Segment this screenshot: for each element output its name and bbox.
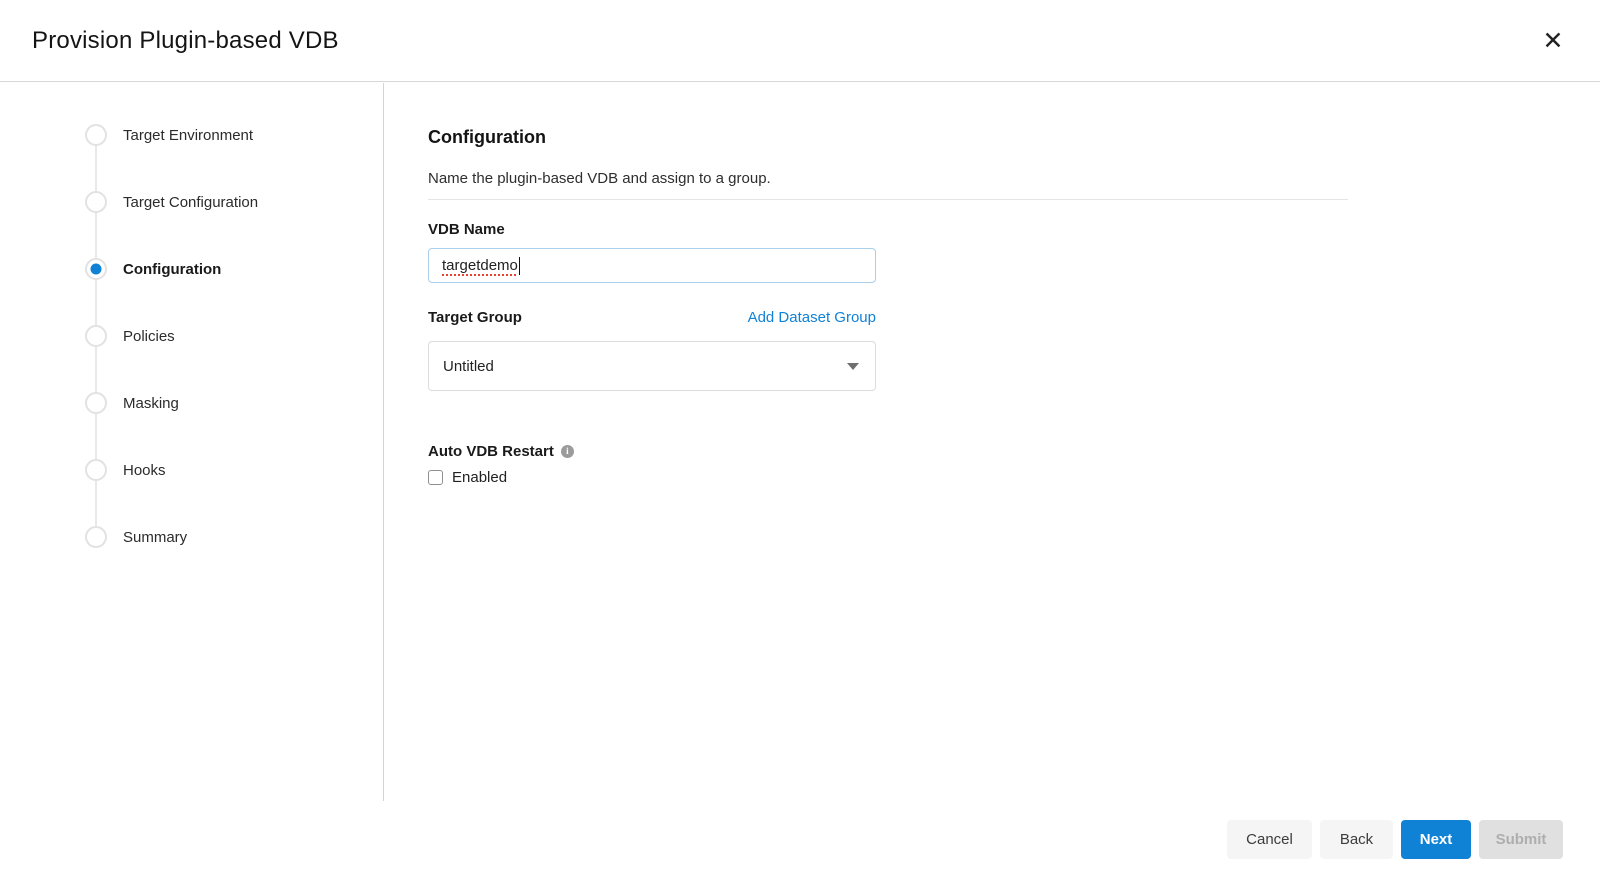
step-circle-icon: [85, 124, 107, 146]
stepper-step-target-configuration[interactable]: Target Configuration: [85, 191, 258, 213]
step-circle-icon: [85, 526, 107, 548]
vdb-name-value: targetdemo: [442, 257, 518, 274]
step-label: Policies: [123, 328, 175, 345]
auto-restart-row: Auto VDB Restart i: [428, 443, 574, 460]
vdb-name-input[interactable]: targetdemo: [428, 248, 876, 283]
cancel-button[interactable]: Cancel: [1227, 820, 1312, 859]
stepper-step-target-environment[interactable]: Target Environment: [85, 124, 253, 146]
enabled-checkbox[interactable]: [428, 470, 443, 485]
auto-restart-checkbox-row: Enabled: [428, 469, 507, 486]
step-circle-icon: [85, 325, 107, 347]
next-button[interactable]: Next: [1401, 820, 1471, 859]
section-description: Name the plugin-based VDB and assign to …: [428, 170, 771, 187]
stepper-step-hooks[interactable]: Hooks: [85, 459, 166, 481]
step-label: Summary: [123, 529, 187, 546]
target-group-row: Target Group Add Dataset Group: [428, 306, 876, 328]
step-circle-icon: [85, 191, 107, 213]
stepper-step-configuration[interactable]: Configuration: [85, 258, 221, 280]
vdb-name-label: VDB Name: [428, 221, 505, 238]
close-button[interactable]: ✕: [1536, 24, 1570, 58]
step-circle-icon: [85, 392, 107, 414]
chevron-down-icon: [847, 363, 859, 370]
stepper-step-policies[interactable]: Policies: [85, 325, 175, 347]
wizard-stepper: Target Environment Target Configuration …: [0, 0, 383, 886]
step-circle-current-icon: [85, 258, 107, 280]
stepper-step-masking[interactable]: Masking: [85, 392, 179, 414]
stepper-content-divider: [383, 83, 384, 801]
target-group-selected-value: Untitled: [443, 358, 494, 375]
section-heading: Configuration: [428, 127, 546, 148]
back-button[interactable]: Back: [1320, 820, 1393, 859]
step-label: Hooks: [123, 462, 166, 479]
section-divider: [428, 199, 1348, 200]
step-label: Target Configuration: [123, 194, 258, 211]
step-label: Masking: [123, 395, 179, 412]
target-group-select[interactable]: Untitled: [428, 341, 876, 391]
stepper-step-summary[interactable]: Summary: [85, 526, 187, 548]
step-label: Target Environment: [123, 127, 253, 144]
auto-restart-label: Auto VDB Restart: [428, 443, 554, 460]
step-circle-icon: [85, 459, 107, 481]
enabled-checkbox-label: Enabled: [452, 469, 507, 486]
submit-button[interactable]: Submit: [1479, 820, 1563, 859]
step-label: Configuration: [123, 261, 221, 278]
target-group-label: Target Group: [428, 309, 522, 326]
close-icon: ✕: [1543, 27, 1564, 55]
add-dataset-group-link[interactable]: Add Dataset Group: [748, 309, 876, 326]
info-icon[interactable]: i: [561, 445, 574, 458]
text-cursor: [519, 257, 520, 275]
provision-vdb-dialog: Provision Plugin-based VDB ✕ Target Envi…: [0, 0, 1600, 886]
